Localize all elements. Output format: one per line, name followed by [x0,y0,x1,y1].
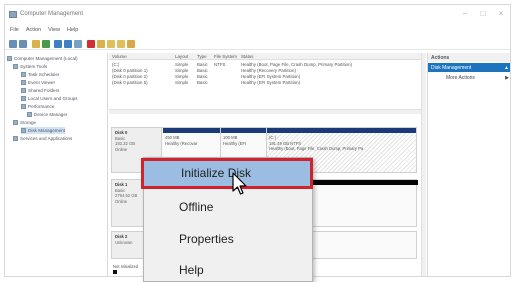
forward-icon[interactable] [19,40,27,48]
delete-icon[interactable] [87,40,95,48]
menu-help[interactable]: Help [67,26,78,35]
settings-icon[interactable] [127,40,135,48]
title-bar: Computer Management – □ × [5,5,510,24]
actions-header: Actions [428,53,510,62]
tree-item-task-scheduler[interactable]: Task Scheduler [21,71,59,78]
menu-item-offline[interactable]: Offline [144,192,312,222]
tree-item-storage[interactable]: Storage [13,119,36,126]
column-volume[interactable]: Volume [112,54,127,59]
actions-disk-management[interactable]: Disk Management ▲ [428,63,510,72]
services-icon [13,136,18,141]
column-layout[interactable]: Layout [175,54,188,59]
computer-management-icon [9,11,17,18]
event-viewer-icon [21,80,26,85]
refresh-icon[interactable] [74,40,82,48]
minimize-button[interactable]: – [459,8,471,20]
up-folder-icon[interactable] [32,40,40,48]
device-manager-icon [27,112,32,117]
collapse-arrow-icon: ▲ [504,65,509,71]
menu-bar: File Action View Help [5,26,510,35]
tree-item-services-applications[interactable]: Services and Applications [13,135,72,142]
window-title: Computer Management [20,11,84,17]
clock-icon [21,72,26,77]
show-hide-tree-icon[interactable] [54,40,62,48]
back-icon[interactable] [9,40,17,48]
users-icon [21,96,26,101]
mouse-cursor-icon [232,172,247,195]
legend-swatch [113,270,117,274]
tools-icon [13,64,18,69]
tree-item-performance[interactable]: Performance [21,103,54,110]
more-actions-link[interactable]: More Actions [446,75,475,81]
toolbar [5,38,510,50]
menu-item-help[interactable]: Help [144,255,312,282]
tree-item-computer-management[interactable]: Computer Management (Local) [7,55,78,62]
tree-item-event-viewer[interactable]: Event Viewer [21,79,55,86]
tree-item-local-users[interactable]: Local Users and Groups [21,95,78,102]
volume-list-header: Volume Layout Type File System Status [109,53,421,60]
export-icon[interactable] [117,40,125,48]
menu-item-initialize-disk[interactable]: Initialize Disk [141,158,313,189]
legend-not-initialized: Not Initialized [113,264,139,269]
maximize-button[interactable]: □ [477,8,489,20]
disk-icon [21,128,26,133]
menu-file[interactable]: File [10,26,19,35]
column-status[interactable]: Status [241,54,253,59]
help-icon[interactable] [42,40,50,48]
performance-icon [21,104,26,109]
tree-item-disk-management[interactable]: Disk Management [21,127,66,134]
navigation-tree: Computer Management (Local) System Tools… [5,53,108,276]
disk-context-menu: Initialize Disk Offline Properties Help [141,157,313,282]
tree-item-shared-folders[interactable]: Shared Folders [21,87,59,94]
close-button[interactable]: × [495,8,507,20]
column-type[interactable]: Type [197,54,207,59]
menu-action[interactable]: Action [26,26,41,35]
more-actions-arrow-icon: ▶ [505,75,509,81]
actions-pane: Actions Disk Management ▲ More Actions ▶ [427,53,510,276]
folder-icon [21,88,26,93]
tree-item-system-tools[interactable]: System Tools [13,63,47,70]
folder-icon[interactable] [97,40,105,48]
menu-view[interactable]: View [48,26,60,35]
disk-pane-vertical-scrollbar[interactable] [421,53,426,276]
open-icon[interactable] [107,40,115,48]
column-file-system[interactable]: File System [214,54,237,59]
storage-icon [13,120,18,125]
volume-row[interactable]: (Disk 0 partition 5) Simple Basic Health… [109,80,421,86]
menu-item-properties[interactable]: Properties [144,224,312,254]
properties-icon[interactable] [64,40,72,48]
computer-icon [7,56,12,61]
volume-list-horizontal-scrollbar[interactable] [109,109,421,114]
tree-item-device-manager[interactable]: Device Manager [27,111,67,118]
